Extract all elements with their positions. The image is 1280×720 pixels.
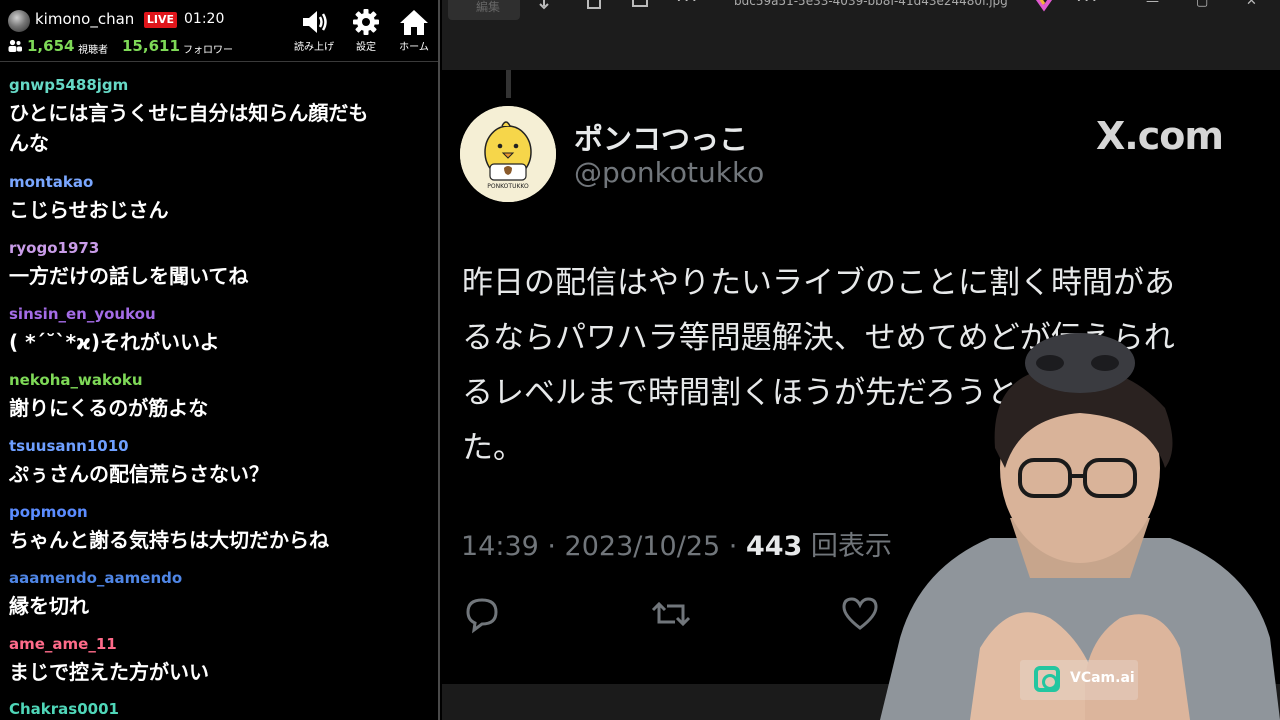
chat-text: 一方だけの話しを聞いてね xyxy=(9,264,249,288)
tweet-display-name[interactable]: ポンコつっこ xyxy=(574,116,748,158)
maximize-icon[interactable]: ▢ xyxy=(1196,0,1208,9)
tweet-avatar[interactable]: PONKOTUKKO xyxy=(460,106,556,202)
home-button[interactable]: ホーム xyxy=(394,8,434,58)
stream-elapsed-time: 01:20 xyxy=(184,11,225,27)
avatar-caption: PONKOTUKKO xyxy=(487,183,529,190)
home-icon xyxy=(400,10,428,35)
viewer-count: 1,654 xyxy=(27,37,75,55)
chat-text: 謝りにくるのが筋よな xyxy=(9,396,209,420)
vcam-label: VCam.ai xyxy=(1070,670,1135,686)
chat-text: ひとには言うくせに自分は知らん顔だも xyxy=(9,101,369,125)
chat-message: Chakras0001 xyxy=(9,700,429,720)
readout-button[interactable]: 読み上げ xyxy=(290,8,338,58)
thread-connector xyxy=(506,70,511,98)
chat-panel: kimono_chan LIVE 01:20 1,654 視聴者 15,611 … xyxy=(0,0,440,720)
follower-count-label: フォロワー xyxy=(183,45,233,56)
chat-message: sinsin_en_youkou ( *´˘`*ϰ)それがいいよ xyxy=(9,305,429,357)
vcam-watermark: VCam.ai xyxy=(1020,660,1138,700)
tweet-body: 昨日の配信はやりたいライブのことに割く時間があ るならパワハラ等問題解決、せめて… xyxy=(462,256,1262,476)
chat-text: ぷぅさんの配信荒らさない？ xyxy=(9,462,269,486)
tweet-handle[interactable]: @ponkotukko xyxy=(574,156,764,189)
chat-username[interactable]: popmoon xyxy=(9,503,429,523)
copilot-icon[interactable] xyxy=(1034,0,1054,12)
chat-message: gnwp5488jgm ひとには言うくせに自分は知らん顔だも んな xyxy=(9,76,429,158)
edit-label: 編集 xyxy=(476,0,501,14)
chat-text: ( *´˘`*ϰ)それがいいよ xyxy=(9,330,220,354)
tweet-timestamp: 14:39 · 2023/10/25 · xyxy=(461,531,746,562)
chat-message: montakao こじらせおじさん xyxy=(9,173,429,225)
settings-button[interactable]: 設定 xyxy=(346,8,386,58)
share-icon[interactable] xyxy=(1220,592,1264,636)
viewer-bottom-bar xyxy=(442,684,1280,720)
tweet-body-line: るならパワハラ等問題解決、せめてめどが伝えられ xyxy=(462,320,1175,356)
chat-text: んな xyxy=(9,131,49,155)
streamer-avatar[interactable] xyxy=(8,10,30,32)
touch-icon[interactable] xyxy=(536,0,556,12)
chat-text: こじらせおじさん xyxy=(9,198,169,222)
like-icon[interactable] xyxy=(838,592,882,636)
chat-username[interactable]: ryogo1973 xyxy=(9,239,429,259)
chat-username[interactable]: Chakras0001 xyxy=(9,700,429,720)
tweet-body-line: た。 xyxy=(462,430,524,466)
viewer-count-label: 視聴者 xyxy=(78,45,108,56)
home-label: ホーム xyxy=(399,42,429,53)
retweet-icon[interactable] xyxy=(649,592,693,636)
chat-message: popmoon ちゃんと謝る気持ちは大切だからね xyxy=(9,503,429,555)
chick-avatar-image: PONKOTUKKO xyxy=(460,106,556,202)
settings-label: 設定 xyxy=(356,42,376,53)
viewers-icon xyxy=(8,39,22,52)
gear-icon xyxy=(353,9,379,35)
tweet-body-line: 昨日の配信はやりたいライブのことに割く時間があ xyxy=(462,265,1175,301)
chat-username[interactable]: montakao xyxy=(9,173,429,193)
vcam-logo-icon xyxy=(1034,666,1060,692)
chat-username[interactable]: sinsin_en_youkou xyxy=(9,305,429,325)
chat-message: tsuusann1010 ぷぅさんの配信荒らさない？ xyxy=(9,437,429,489)
live-badge: LIVE xyxy=(144,12,177,28)
chat-text: まじで控えた方がいい xyxy=(9,660,209,684)
more-options-icon-2[interactable]: ··· xyxy=(1076,0,1099,11)
chat-text: ちゃんと謝る気持ちは大切だからね xyxy=(9,528,329,552)
chat-message: nekoha_wakoku 謝りにくるのが筋よな xyxy=(9,371,429,423)
chat-message: ame_ame_11 まじで控えた方がいい xyxy=(9,635,429,687)
file-name: bdc59a51-5e33-4039-bb8f-41d43e24480f.jpg xyxy=(734,0,1008,8)
tweet-view-label: 回表示 xyxy=(802,531,892,562)
more-options-icon[interactable]: ··· xyxy=(676,0,699,11)
minimize-icon[interactable]: — xyxy=(1146,0,1159,9)
chat-username[interactable]: nekoha_wakoku xyxy=(9,371,429,391)
chat-username[interactable]: ame_ame_11 xyxy=(9,635,429,655)
chat-header: kimono_chan LIVE 01:20 1,654 視聴者 15,611 … xyxy=(0,0,438,62)
edit-button[interactable]: 編集 xyxy=(448,0,520,20)
follower-count: 15,611 xyxy=(122,37,180,55)
chat-username[interactable]: aaamendo_aamendo xyxy=(9,569,429,589)
x-com-logo: X.com xyxy=(1096,114,1224,158)
chat-username[interactable]: tsuusann1010 xyxy=(9,437,429,457)
chat-username[interactable]: gnwp5488jgm xyxy=(9,76,429,96)
chat-message: ryogo1973 一方だけの話しを聞いてね xyxy=(9,239,429,291)
chat-message: aaamendo_aamendo 縁を切れ xyxy=(9,569,429,621)
close-icon[interactable]: ✕ xyxy=(1246,0,1257,9)
delete-icon[interactable] xyxy=(584,0,604,12)
tweet-body-line: るレベルまで時間割くほうが先だろうと思いまし xyxy=(462,375,1143,411)
speaker-icon xyxy=(303,11,327,33)
viewer-toolbar: 編集 ··· bdc59a51-5e33-4039-bb8f-41d43e244… xyxy=(442,0,1280,70)
chat-text: 縁を切れ xyxy=(9,594,89,618)
print-icon[interactable] xyxy=(630,0,650,12)
tweet-meta: 14:39 · 2023/10/25 · 443 回表示 xyxy=(461,524,892,563)
streamer-username[interactable]: kimono_chan xyxy=(35,10,134,28)
tweet-view-count: 443 xyxy=(745,531,803,562)
readout-label: 読み上げ xyxy=(294,42,334,53)
reply-icon[interactable] xyxy=(460,592,504,636)
